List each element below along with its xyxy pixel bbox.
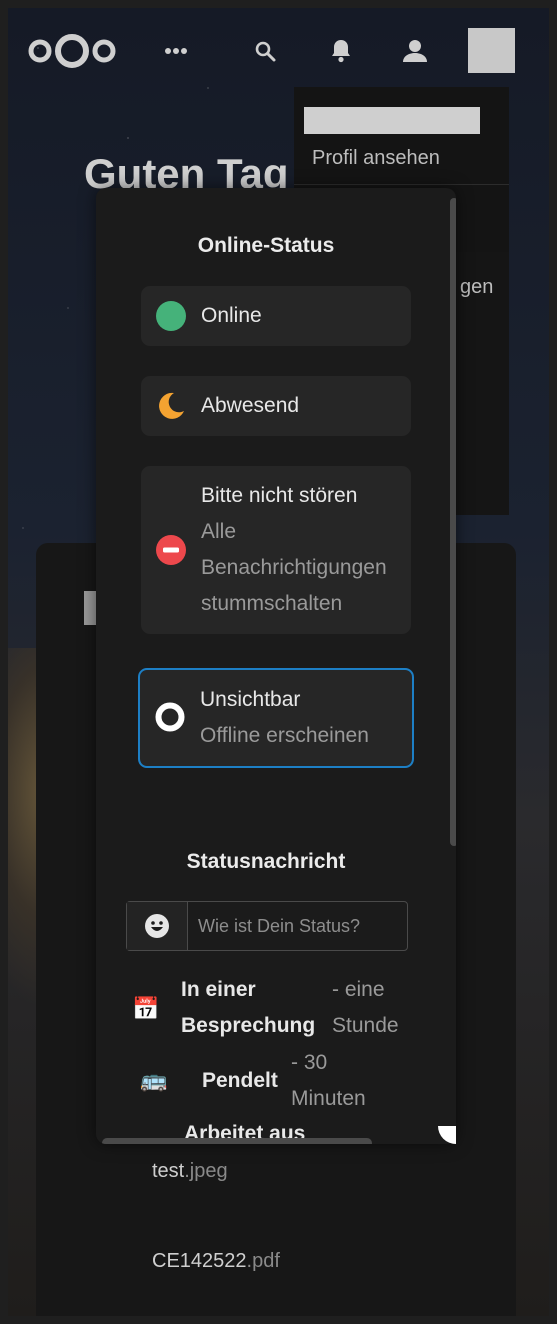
status-option-label: Unsichtbar <box>200 688 301 711</box>
status-option-label: Abwesend <box>201 394 300 417</box>
predefined-status-commuting[interactable]: 🚌 Pendelt - 30 Minuten <box>132 1045 422 1117</box>
preset-duration: - 30 Minuten <box>291 1051 366 1110</box>
status-message-title: Statusnachricht <box>186 850 346 873</box>
apps-menu-icon[interactable] <box>161 36 191 66</box>
smiley-icon <box>145 914 169 938</box>
status-option-label: Bitte nicht stören <box>201 484 358 507</box>
widget-handle <box>84 591 96 625</box>
modal-title: Online-Status <box>197 234 335 257</box>
menu-divider <box>294 184 509 185</box>
file-name: test <box>152 1160 185 1182</box>
file-item[interactable]: test.jpeg <box>152 1160 228 1183</box>
moon-icon <box>159 392 184 419</box>
app-window: Guten Tag Profil ansehen gen test.jpeg C… <box>8 8 549 1316</box>
bus-icon: 🚌 <box>140 1067 168 1092</box>
emoji-picker-button[interactable] <box>127 902 188 950</box>
preset-label: In einer Besprechung <box>181 978 316 1037</box>
do-not-disturb-icon <box>156 535 186 565</box>
preset-duration: - eine Stunde <box>332 978 399 1037</box>
status-option-description: Offline erscheinen <box>200 724 369 747</box>
user-menu-item-partial[interactable]: gen <box>460 276 493 299</box>
online-dot-icon <box>156 301 186 331</box>
file-extension: .pdf <box>246 1250 280 1272</box>
status-option-label: Online <box>201 304 262 327</box>
status-option-description: Alle Benachrichtigungen stummschalten <box>201 520 387 615</box>
predefined-status-meeting[interactable]: 📅 In einer Besprechung - eine Stunde <box>132 972 422 1044</box>
top-header <box>8 8 549 88</box>
user-display-name <box>304 107 480 134</box>
status-message-field <box>126 901 408 951</box>
status-option-online[interactable]: Online <box>141 286 411 346</box>
vertical-scrollbar[interactable] <box>450 198 456 846</box>
preset-label: Pendelt <box>202 1069 278 1092</box>
search-icon[interactable] <box>250 36 280 66</box>
status-message-input[interactable] <box>188 902 404 950</box>
status-option-away[interactable]: Abwesend <box>141 376 411 436</box>
nextcloud-logo[interactable] <box>26 34 118 68</box>
contacts-icon[interactable] <box>400 36 430 66</box>
bell-icon[interactable] <box>326 36 356 66</box>
file-name: CE142522 <box>152 1250 247 1272</box>
horizontal-scrollbar[interactable] <box>102 1138 372 1144</box>
status-option-dnd[interactable]: Bitte nicht stören Alle Benachrichtigung… <box>141 466 411 634</box>
view-profile-link[interactable]: Profil ansehen <box>312 147 440 170</box>
online-status-modal: Online-Status Online Abwesend Bitte nich… <box>96 188 456 1144</box>
invisible-ring-icon <box>155 702 185 732</box>
file-extension: .jpeg <box>184 1160 228 1182</box>
status-option-invisible[interactable]: Unsichtbar Offline erscheinen <box>138 668 414 768</box>
calendar-icon: 📅 <box>132 996 160 1021</box>
avatar[interactable] <box>468 28 515 73</box>
file-item[interactable]: CE142522.pdf <box>152 1250 280 1273</box>
